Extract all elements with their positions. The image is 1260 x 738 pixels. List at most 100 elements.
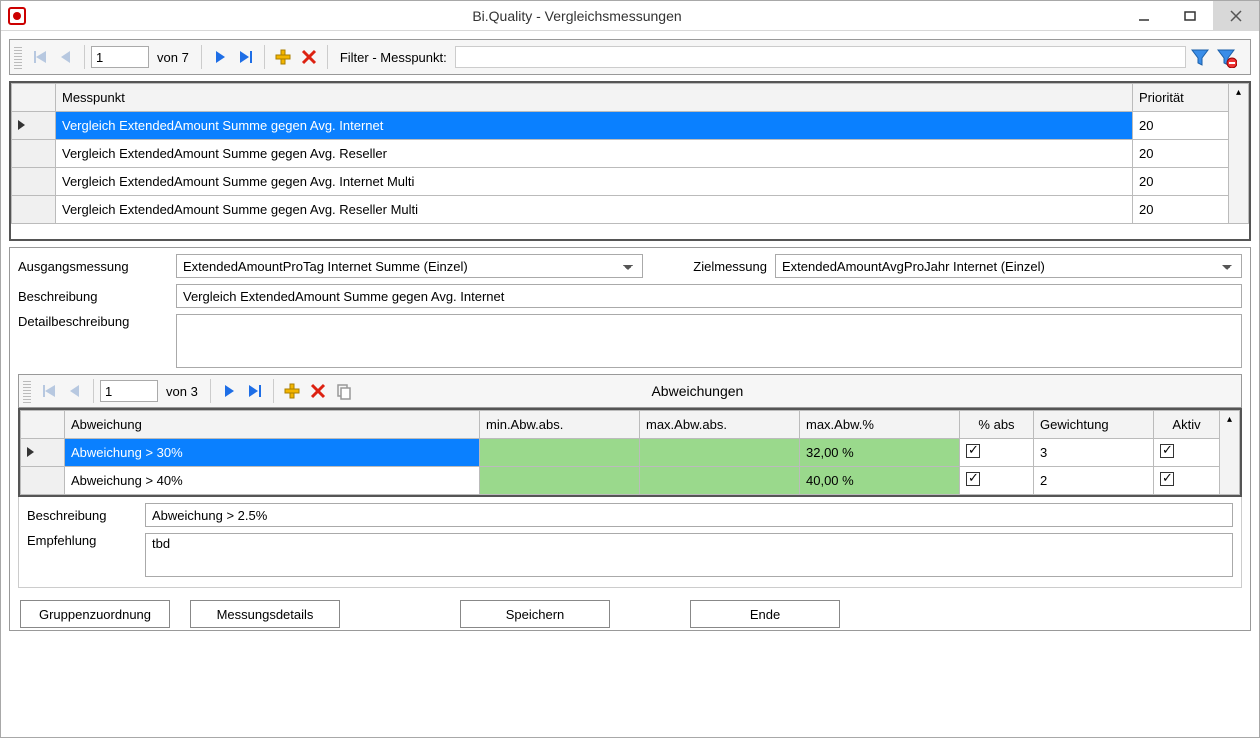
row-indicator bbox=[12, 140, 56, 168]
col-pct-abs[interactable]: % abs bbox=[960, 411, 1034, 439]
row-indicator-icon bbox=[21, 439, 65, 467]
bottom-button-bar: Gruppenzuordnung Messungsdetails Speiche… bbox=[18, 594, 1242, 630]
table-row[interactable]: Vergleich ExtendedAmount Summe gegen Avg… bbox=[12, 168, 1249, 196]
add-button[interactable] bbox=[280, 379, 304, 403]
row-indicator bbox=[12, 196, 56, 224]
cell-gewichtung[interactable]: 2 bbox=[1034, 467, 1154, 495]
checkbox-icon[interactable] bbox=[1160, 444, 1174, 458]
toolbar-grip-icon bbox=[14, 45, 22, 69]
label-detailbeschreibung: Detailbeschreibung bbox=[18, 314, 168, 329]
speichern-button[interactable]: Speichern bbox=[460, 600, 610, 628]
cell-min-abs[interactable] bbox=[480, 439, 640, 467]
cell-aktiv[interactable] bbox=[1154, 439, 1220, 467]
label-beschreibung2: Beschreibung bbox=[27, 508, 137, 523]
nav-next-button[interactable] bbox=[208, 45, 232, 69]
cell-max-pct[interactable]: 32,00 % bbox=[800, 439, 960, 467]
cell-gewichtung[interactable]: 3 bbox=[1034, 439, 1154, 467]
cell-max-abs[interactable] bbox=[640, 439, 800, 467]
nav-first-button[interactable] bbox=[37, 379, 61, 403]
beschreibung-input[interactable] bbox=[176, 284, 1242, 308]
messpunkt-grid[interactable]: Messpunkt Priorität ▴ Vergleich Extended… bbox=[9, 81, 1251, 241]
empfehlung-textarea[interactable]: tbd bbox=[145, 533, 1233, 577]
cell-max-abs[interactable] bbox=[640, 467, 800, 495]
cell-messpunkt[interactable]: Vergleich ExtendedAmount Summe gegen Avg… bbox=[56, 140, 1133, 168]
minimize-button[interactable] bbox=[1121, 1, 1167, 31]
table-row[interactable]: Vergleich ExtendedAmount Summe gegen Avg… bbox=[12, 140, 1249, 168]
titlebar: Bi.Quality - Vergleichsmessungen bbox=[1, 1, 1259, 31]
checkbox-icon[interactable] bbox=[966, 444, 980, 458]
cell-pct-abs[interactable] bbox=[960, 439, 1034, 467]
table-row[interactable]: Vergleich ExtendedAmount Summe gegen Avg… bbox=[12, 112, 1249, 140]
col-aktiv[interactable]: Aktiv bbox=[1154, 411, 1220, 439]
filter-clear-button[interactable] bbox=[1214, 45, 1238, 69]
cell-min-abs[interactable] bbox=[480, 467, 640, 495]
nav-prev-button[interactable] bbox=[63, 379, 87, 403]
beschreibung2-input[interactable] bbox=[145, 503, 1233, 527]
abweichung-grid[interactable]: Abweichung min.Abw.abs. max.Abw.abs. max… bbox=[18, 408, 1242, 497]
abweichung-detail-form: Beschreibung Empfehlung tbd bbox=[18, 497, 1242, 588]
cell-prioritaet[interactable]: 20 bbox=[1133, 112, 1229, 140]
window-title: Bi.Quality - Vergleichsmessungen bbox=[33, 8, 1121, 24]
cell-aktiv[interactable] bbox=[1154, 467, 1220, 495]
maximize-button[interactable] bbox=[1167, 1, 1213, 31]
cell-prioritaet[interactable]: 20 bbox=[1133, 168, 1229, 196]
nav-last-button[interactable] bbox=[243, 379, 267, 403]
ende-button[interactable]: Ende bbox=[690, 600, 840, 628]
cell-pct-abs[interactable] bbox=[960, 467, 1034, 495]
col-messpunkt[interactable]: Messpunkt bbox=[56, 84, 1133, 112]
table-row[interactable]: Vergleich ExtendedAmount Summe gegen Avg… bbox=[12, 196, 1249, 224]
abweichungen-title: Abweichungen bbox=[358, 383, 1237, 399]
cell-prioritaet[interactable]: 20 bbox=[1133, 140, 1229, 168]
nav-last-button[interactable] bbox=[234, 45, 258, 69]
messungsdetails-button[interactable]: Messungsdetails bbox=[190, 600, 340, 628]
delete-button[interactable] bbox=[306, 379, 330, 403]
checkbox-icon[interactable] bbox=[966, 472, 980, 486]
delete-button[interactable] bbox=[297, 45, 321, 69]
cell-prioritaet[interactable]: 20 bbox=[1133, 196, 1229, 224]
ausgangsmessung-select[interactable]: ExtendedAmountProTag Internet Summe (Ein… bbox=[176, 254, 643, 278]
checkbox-icon[interactable] bbox=[1160, 472, 1174, 486]
zielmessung-select[interactable]: ExtendedAmountAvgProJahr Internet (Einze… bbox=[775, 254, 1242, 278]
cell-abweichung[interactable]: Abweichung > 40% bbox=[65, 467, 480, 495]
add-button[interactable] bbox=[271, 45, 295, 69]
separator bbox=[273, 379, 274, 403]
row-header-corner bbox=[21, 411, 65, 439]
row-indicator bbox=[21, 467, 65, 495]
app-window: Bi.Quality - Vergleichsmessungen von 7 F… bbox=[0, 0, 1260, 738]
cell-messpunkt[interactable]: Vergleich ExtendedAmount Summe gegen Avg… bbox=[56, 112, 1133, 140]
col-gewichtung[interactable]: Gewichtung bbox=[1034, 411, 1154, 439]
label-beschreibung: Beschreibung bbox=[18, 289, 168, 304]
cell-messpunkt[interactable]: Vergleich ExtendedAmount Summe gegen Avg… bbox=[56, 168, 1133, 196]
table-row[interactable]: Abweichung > 40% 40,00 % 2 bbox=[21, 467, 1240, 495]
cell-abweichung[interactable]: Abweichung > 30% bbox=[65, 439, 480, 467]
col-prioritaet[interactable]: Priorität bbox=[1133, 84, 1229, 112]
record-number-input[interactable] bbox=[100, 380, 158, 402]
record-number-input[interactable] bbox=[91, 46, 149, 68]
scrollbar-up-icon[interactable]: ▴ bbox=[1229, 84, 1249, 224]
filter-apply-button[interactable] bbox=[1188, 45, 1212, 69]
separator bbox=[201, 45, 202, 69]
col-max-abs[interactable]: max.Abw.abs. bbox=[640, 411, 800, 439]
col-min-abs[interactable]: min.Abw.abs. bbox=[480, 411, 640, 439]
detail-form: Ausgangsmessung ExtendedAmountProTag Int… bbox=[9, 247, 1251, 631]
nav-prev-button[interactable] bbox=[54, 45, 78, 69]
row-indicator bbox=[12, 168, 56, 196]
nav-next-button[interactable] bbox=[217, 379, 241, 403]
toolbar-grip-icon bbox=[23, 379, 31, 403]
table-row[interactable]: Abweichung > 30% 32,00 % 3 bbox=[21, 439, 1240, 467]
copy-button[interactable] bbox=[332, 379, 356, 403]
label-ausgangsmessung: Ausgangsmessung bbox=[18, 259, 168, 274]
gruppenzuordnung-button[interactable]: Gruppenzuordnung bbox=[20, 600, 170, 628]
col-abweichung[interactable]: Abweichung bbox=[65, 411, 480, 439]
separator bbox=[210, 379, 211, 403]
label-zielmessung: Zielmessung bbox=[667, 259, 767, 274]
scrollbar-up-icon[interactable]: ▴ bbox=[1220, 411, 1240, 495]
navigator-abweichungen: von 3 Abweichungen bbox=[18, 374, 1242, 408]
col-max-pct[interactable]: max.Abw.% bbox=[800, 411, 960, 439]
nav-first-button[interactable] bbox=[28, 45, 52, 69]
detailbeschreibung-textarea[interactable] bbox=[176, 314, 1242, 368]
close-button[interactable] bbox=[1213, 1, 1259, 31]
cell-max-pct[interactable]: 40,00 % bbox=[800, 467, 960, 495]
cell-messpunkt[interactable]: Vergleich ExtendedAmount Summe gegen Avg… bbox=[56, 196, 1133, 224]
filter-input[interactable] bbox=[455, 46, 1186, 68]
